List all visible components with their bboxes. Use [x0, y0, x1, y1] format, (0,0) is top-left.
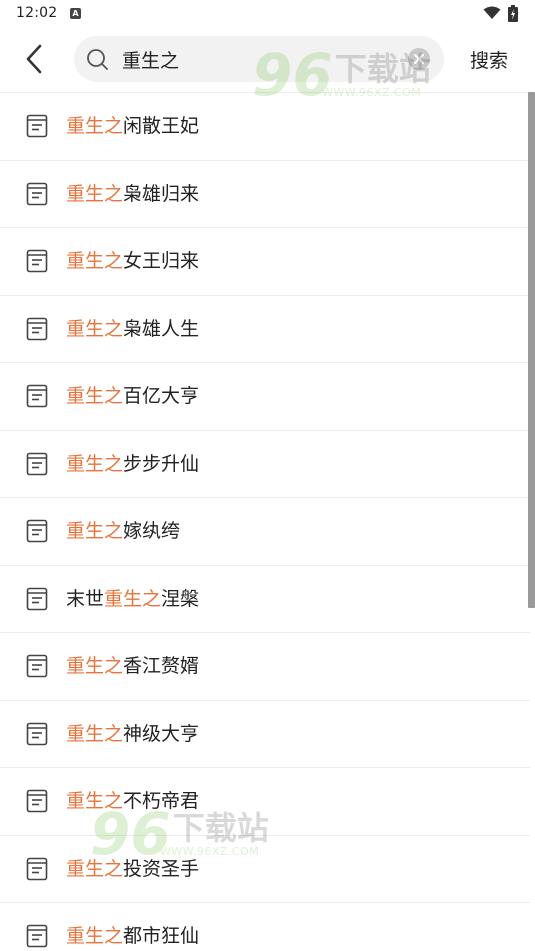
suggestion-highlight: 重生之 — [66, 790, 124, 812]
suggestion-suffix: 都市狂仙 — [123, 925, 200, 947]
suggestion-list: 重生之闲散王妃 重生之枭雄归来 重生之女王归来 重生之枭雄人生 重生之百亿大亨 重生之步步… — [0, 92, 530, 951]
book-icon — [26, 249, 48, 273]
suggestion-item[interactable]: 重生之不朽帝君 — [0, 768, 530, 836]
suggestion-highlight: 重生之 — [66, 520, 124, 542]
suggestion-suffix: 女王归来 — [123, 250, 200, 272]
suggestion-suffix: 枭雄人生 — [123, 317, 200, 340]
suggestion-highlight: 重生之 — [66, 385, 124, 407]
suggestion-suffix: 香江赘婿 — [123, 655, 200, 677]
suggestion-item[interactable]: 重生之嫁纨绔 — [0, 498, 530, 566]
search-button[interactable]: 搜索 — [470, 46, 508, 73]
clear-icon[interactable] — [408, 48, 430, 70]
suggestion-item[interactable]: 重生之香江赘婿 — [0, 633, 530, 701]
suggestion-text: 重生之百亿大亨 — [66, 383, 199, 409]
book-icon — [26, 924, 48, 948]
suggestion-highlight: 重生之 — [66, 250, 124, 272]
book-icon — [26, 452, 48, 475]
book-icon — [26, 587, 48, 610]
search-header: 搜索 — [0, 28, 535, 92]
battery-icon — [508, 5, 518, 22]
suggestion-item[interactable]: 重生之女王归来 — [0, 228, 530, 296]
suggestion-item[interactable]: 重生之步步升仙 — [0, 431, 530, 498]
suggestion-item[interactable]: 重生之闲散王妃 — [0, 93, 530, 161]
suggestion-text: 重生之嫁纨绔 — [66, 518, 180, 544]
book-icon — [26, 722, 48, 745]
suggestion-prefix: 末世 — [66, 587, 105, 610]
suggestion-text: 末世重生之涅槃 — [66, 586, 199, 612]
suggestion-item[interactable]: 重生之枭雄人生 — [0, 296, 530, 363]
book-icon — [26, 654, 48, 678]
book-icon — [26, 114, 48, 138]
suggestion-suffix: 闲散王妃 — [123, 115, 200, 137]
book-icon — [26, 519, 48, 543]
suggestion-highlight: 重生之 — [66, 452, 124, 475]
suggestion-highlight: 重生之 — [66, 722, 124, 745]
book-icon — [26, 384, 48, 408]
a-icon: A — [70, 8, 81, 19]
suggestion-item[interactable]: 重生之投资圣手 — [0, 836, 530, 903]
suggestion-highlight: 重生之 — [66, 317, 124, 340]
scrollbar[interactable] — [528, 92, 535, 608]
suggestion-suffix: 步步升仙 — [123, 452, 200, 475]
status-time: 12:02 — [16, 5, 58, 21]
suggestion-suffix: 百亿大亨 — [123, 385, 200, 407]
book-icon — [26, 789, 48, 813]
suggestion-suffix: 涅槃 — [161, 587, 200, 610]
suggestion-item[interactable]: 重生之都市狂仙 — [0, 903, 530, 951]
suggestion-suffix: 枭雄归来 — [123, 182, 200, 205]
suggestion-item[interactable]: 重生之神级大亨 — [0, 701, 530, 768]
suggestion-text: 重生之女王归来 — [66, 248, 199, 274]
suggestion-suffix: 不朽帝君 — [123, 790, 200, 812]
suggestion-highlight: 重生之 — [66, 655, 124, 677]
suggestion-item[interactable]: 重生之枭雄归来 — [0, 161, 530, 228]
status-bar: 12:02 A — [0, 0, 535, 28]
suggestion-text: 重生之都市狂仙 — [66, 923, 199, 949]
suggestion-text: 重生之枭雄人生 — [66, 316, 199, 342]
suggestion-highlight: 重生之 — [104, 587, 162, 610]
suggestion-highlight: 重生之 — [66, 925, 124, 947]
suggestion-suffix: 投资圣手 — [123, 857, 200, 880]
suggestion-text: 重生之香江赘婿 — [66, 653, 199, 679]
wifi-icon — [483, 6, 501, 19]
suggestion-highlight: 重生之 — [66, 857, 124, 880]
suggestion-text: 重生之闲散王妃 — [66, 113, 199, 139]
suggestion-text: 重生之投资圣手 — [66, 856, 199, 882]
suggestion-item[interactable]: 重生之百亿大亨 — [0, 363, 530, 431]
suggestion-text: 重生之神级大亨 — [66, 721, 199, 747]
book-icon — [26, 857, 48, 880]
search-box[interactable] — [74, 36, 444, 82]
search-input[interactable] — [122, 36, 402, 82]
suggestion-suffix: 神级大亨 — [123, 722, 200, 745]
suggestion-text: 重生之枭雄归来 — [66, 181, 199, 207]
suggestion-item[interactable]: 末世重生之涅槃 — [0, 566, 530, 633]
suggestion-highlight: 重生之 — [66, 182, 124, 205]
suggestion-suffix: 嫁纨绔 — [123, 520, 181, 542]
book-icon — [26, 182, 48, 205]
back-button[interactable] — [18, 42, 52, 76]
screen: 12:02 A 搜索 — [0, 0, 535, 951]
suggestion-text: 重生之步步升仙 — [66, 451, 199, 477]
suggestion-highlight: 重生之 — [66, 115, 124, 137]
book-icon — [26, 317, 48, 340]
suggestion-text: 重生之不朽帝君 — [66, 788, 199, 814]
search-icon — [87, 49, 108, 70]
